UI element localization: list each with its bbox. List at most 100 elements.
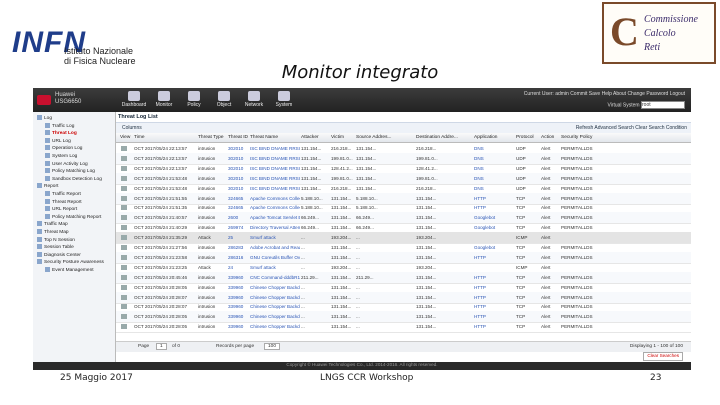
cell-attacker: 5.188.10... bbox=[301, 195, 323, 201]
column-header[interactable]: Time bbox=[134, 135, 144, 140]
sidebar-item[interactable]: Threat Report bbox=[45, 198, 82, 206]
cell-victim: 193.204... bbox=[331, 235, 352, 241]
sidebar-item[interactable]: User Activity Log bbox=[45, 160, 88, 168]
view-details-icon[interactable] bbox=[121, 235, 127, 241]
virtual-system-select[interactable]: root bbox=[641, 101, 685, 109]
view-details-icon[interactable] bbox=[121, 165, 127, 171]
sidebar-item[interactable]: Policy Matching Log bbox=[45, 168, 95, 175]
view-details-icon[interactable] bbox=[121, 155, 127, 161]
sidebar-item[interactable]: Log bbox=[37, 115, 52, 122]
cell-app[interactable]: HTTP bbox=[474, 285, 514, 290]
nav-object-button[interactable]: Object bbox=[211, 91, 237, 108]
sidebar-item[interactable]: URL Log bbox=[45, 137, 71, 145]
column-header[interactable]: Protocol bbox=[516, 135, 534, 140]
sidebar-item[interactable]: URL Report bbox=[45, 206, 77, 213]
column-header[interactable]: Application bbox=[474, 135, 497, 140]
virtual-system-selector[interactable]: Virtual System root bbox=[607, 101, 685, 109]
view-details-icon[interactable] bbox=[121, 254, 127, 260]
sidebar-item[interactable]: Report bbox=[37, 183, 58, 190]
sidebar-item[interactable]: Policy Matching Report bbox=[45, 213, 101, 221]
cell-src: 131.154... bbox=[356, 175, 377, 181]
sidebar-item[interactable]: Security Posture Awareness bbox=[37, 259, 104, 266]
cell-id: 339960 bbox=[228, 324, 244, 330]
cell-action: Alert bbox=[541, 205, 551, 211]
nav-system-button[interactable]: System bbox=[271, 91, 297, 108]
view-details-icon[interactable] bbox=[121, 324, 127, 330]
sidebar-item[interactable]: Sandbox Detection Log bbox=[45, 175, 102, 183]
slide-title: Monitor integrato bbox=[281, 62, 439, 83]
view-details-icon[interactable] bbox=[121, 245, 127, 250]
sidebar-item[interactable]: Diagnosis Center bbox=[37, 251, 81, 259]
view-details-icon[interactable] bbox=[121, 304, 127, 310]
view-details-icon[interactable] bbox=[121, 284, 127, 290]
view-details-icon[interactable] bbox=[121, 225, 127, 231]
sidebar-item[interactable]: Traffic Log bbox=[45, 122, 74, 130]
cell-app[interactable]: HTTP bbox=[474, 324, 514, 329]
cell-attacker: ... bbox=[301, 304, 305, 310]
sidebar-item[interactable]: Session Table bbox=[37, 244, 74, 251]
search-actions[interactable]: Refresh Advanced Search Clear Search Con… bbox=[576, 125, 687, 131]
sidebar-item[interactable]: Event Management bbox=[45, 267, 94, 274]
view-details-icon[interactable] bbox=[121, 294, 127, 300]
cell-app[interactable]: DNS bbox=[474, 146, 514, 151]
column-header[interactable]: Action bbox=[541, 135, 554, 140]
sidebar-item[interactable]: Top N Session bbox=[37, 236, 75, 244]
sidebar-item[interactable]: Threat Map bbox=[37, 229, 69, 236]
view-details-icon[interactable] bbox=[121, 175, 127, 181]
nav-policy-button[interactable]: Policy bbox=[181, 91, 207, 108]
sidebar-item[interactable]: System Log bbox=[45, 153, 77, 160]
cell-app[interactable]: HTTP bbox=[474, 196, 514, 201]
clear-searches-button[interactable]: Clear Searches bbox=[643, 352, 683, 361]
cell-app[interactable]: Googlebot bbox=[474, 225, 514, 230]
cell-app[interactable]: HTTP bbox=[474, 255, 514, 260]
cell-app[interactable]: DNS bbox=[474, 176, 514, 181]
cell-dst: 216.218... bbox=[416, 146, 437, 151]
column-header[interactable]: Threat Name bbox=[250, 135, 278, 140]
cell-app[interactable]: Googlebot bbox=[474, 245, 514, 250]
column-header[interactable]: Threat ID bbox=[228, 135, 248, 140]
cell-app[interactable]: HTTP bbox=[474, 205, 514, 210]
nav-monitor-button[interactable]: Monitor bbox=[151, 91, 177, 108]
column-header[interactable]: Security Policy bbox=[561, 135, 592, 140]
cell-app[interactable]: HTTP bbox=[474, 304, 514, 309]
cell-app[interactable]: DNS bbox=[474, 156, 514, 161]
view-details-icon[interactable] bbox=[121, 215, 127, 221]
cell-app[interactable]: HTTP bbox=[474, 314, 514, 319]
page-input[interactable]: 1 bbox=[156, 343, 167, 350]
column-header[interactable]: Threat Type bbox=[198, 135, 224, 140]
sidebar-item[interactable]: Operation Log bbox=[45, 145, 82, 152]
view-details-icon[interactable] bbox=[121, 274, 127, 280]
sidebar-item[interactable]: Threat Log bbox=[45, 130, 77, 137]
cell-dst: 128.41.2... bbox=[416, 165, 438, 171]
view-details-icon[interactable] bbox=[121, 185, 127, 191]
view-details-icon[interactable] bbox=[121, 264, 127, 270]
cell-app[interactable]: Googlebot bbox=[474, 215, 514, 220]
table-row[interactable]: OCT 2017/05/24 20:28:05 intrusion 339960 Ch… bbox=[116, 321, 691, 334]
cell-app[interactable]: DNS bbox=[474, 166, 514, 171]
cell-app[interactable]: HTTP bbox=[474, 275, 514, 280]
cell-victim: 199.81.0... bbox=[331, 155, 353, 161]
cell-time: OCT 2017/05/24 20:28:07 bbox=[134, 304, 188, 310]
cell-attacker: ... bbox=[301, 254, 305, 260]
view-details-icon[interactable] bbox=[121, 205, 127, 211]
sidebar-item-label: URL Log bbox=[52, 138, 71, 144]
view-details-icon[interactable] bbox=[121, 146, 127, 151]
cell-time: OCT 2017/05/24 22:13:57 bbox=[134, 146, 188, 151]
cell-app[interactable]: HTTP bbox=[474, 295, 514, 300]
columns-button[interactable]: Columns bbox=[122, 125, 142, 131]
column-header[interactable]: View bbox=[120, 135, 130, 140]
sidebar-item[interactable]: Traffic Report bbox=[45, 191, 81, 198]
view-details-icon[interactable] bbox=[121, 314, 127, 320]
column-header[interactable]: Victim bbox=[331, 135, 344, 140]
top-links[interactable]: Current User: admin Commit Save Help Abo… bbox=[524, 91, 685, 97]
nav-dashboard-button[interactable]: Dashboard bbox=[121, 91, 147, 108]
column-header[interactable]: Destination Addre... bbox=[416, 135, 458, 140]
cell-src: 131.154... bbox=[356, 185, 377, 191]
records-per-page-select[interactable]: 100 bbox=[264, 343, 281, 350]
cell-app[interactable]: DNS bbox=[474, 186, 514, 191]
sidebar-item[interactable]: Traffic Map bbox=[37, 221, 68, 228]
column-header[interactable]: Source Addres... bbox=[356, 135, 391, 140]
nav-network-button[interactable]: Network bbox=[241, 91, 267, 108]
view-details-icon[interactable] bbox=[121, 195, 127, 201]
column-header[interactable]: Attacker bbox=[301, 135, 319, 140]
